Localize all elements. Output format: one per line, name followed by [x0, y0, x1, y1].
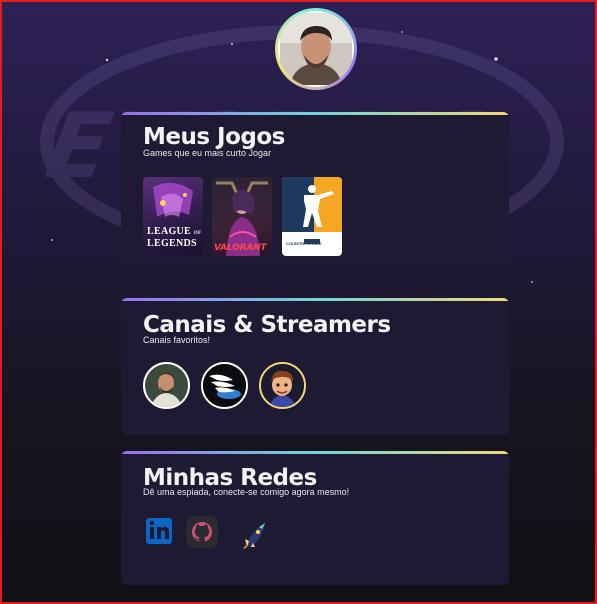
github-link[interactable] — [185, 515, 219, 549]
rocket-icon — [243, 523, 265, 549]
games-title: Meus Jogos — [143, 124, 285, 150]
lol-of: OF — [193, 231, 202, 236]
socials-subtitle: Dê uma espiada, conecte-se comigo agora … — [143, 487, 350, 497]
games-card: Meus Jogos Games que eu mais curto Jogar… — [121, 112, 509, 268]
cartoon-streamer-icon — [261, 364, 304, 407]
channels-card: Canais & Streamers Canais favoritos! — [121, 298, 509, 435]
channels-subtitle: Canais favoritos! — [143, 335, 211, 345]
game-counter-strike[interactable]: COUNTER STRIKE — [282, 177, 342, 256]
channel-avatar-2[interactable] — [201, 362, 248, 409]
game-valorant[interactable]: VALORANT — [212, 177, 272, 256]
socials-card: Minhas Redes Dê uma espiada, conecte-se … — [121, 451, 509, 585]
game-league-of-legends[interactable]: LEAGUE OF LEGENDS — [143, 177, 203, 256]
cs-label: COUNTER STRIKE — [286, 241, 322, 246]
profile-avatar — [275, 8, 357, 90]
channel-avatar-1[interactable] — [143, 362, 190, 409]
valorant-label: VALORANT — [214, 243, 267, 253]
rocket-link[interactable] — [237, 517, 271, 551]
profile-photo-icon — [280, 13, 352, 85]
lol-line2: LEGENDS — [147, 238, 197, 249]
wings-logo-icon — [203, 364, 246, 407]
linkedin-icon — [146, 518, 172, 544]
github-icon — [186, 516, 218, 548]
games-subtitle: Games que eu mais curto Jogar — [143, 148, 272, 158]
linkedin-link[interactable] — [143, 515, 177, 549]
streamer-man-icon — [145, 364, 188, 407]
lol-line1: LEAGUE — [147, 226, 192, 237]
channel-avatar-3[interactable] — [259, 362, 306, 409]
